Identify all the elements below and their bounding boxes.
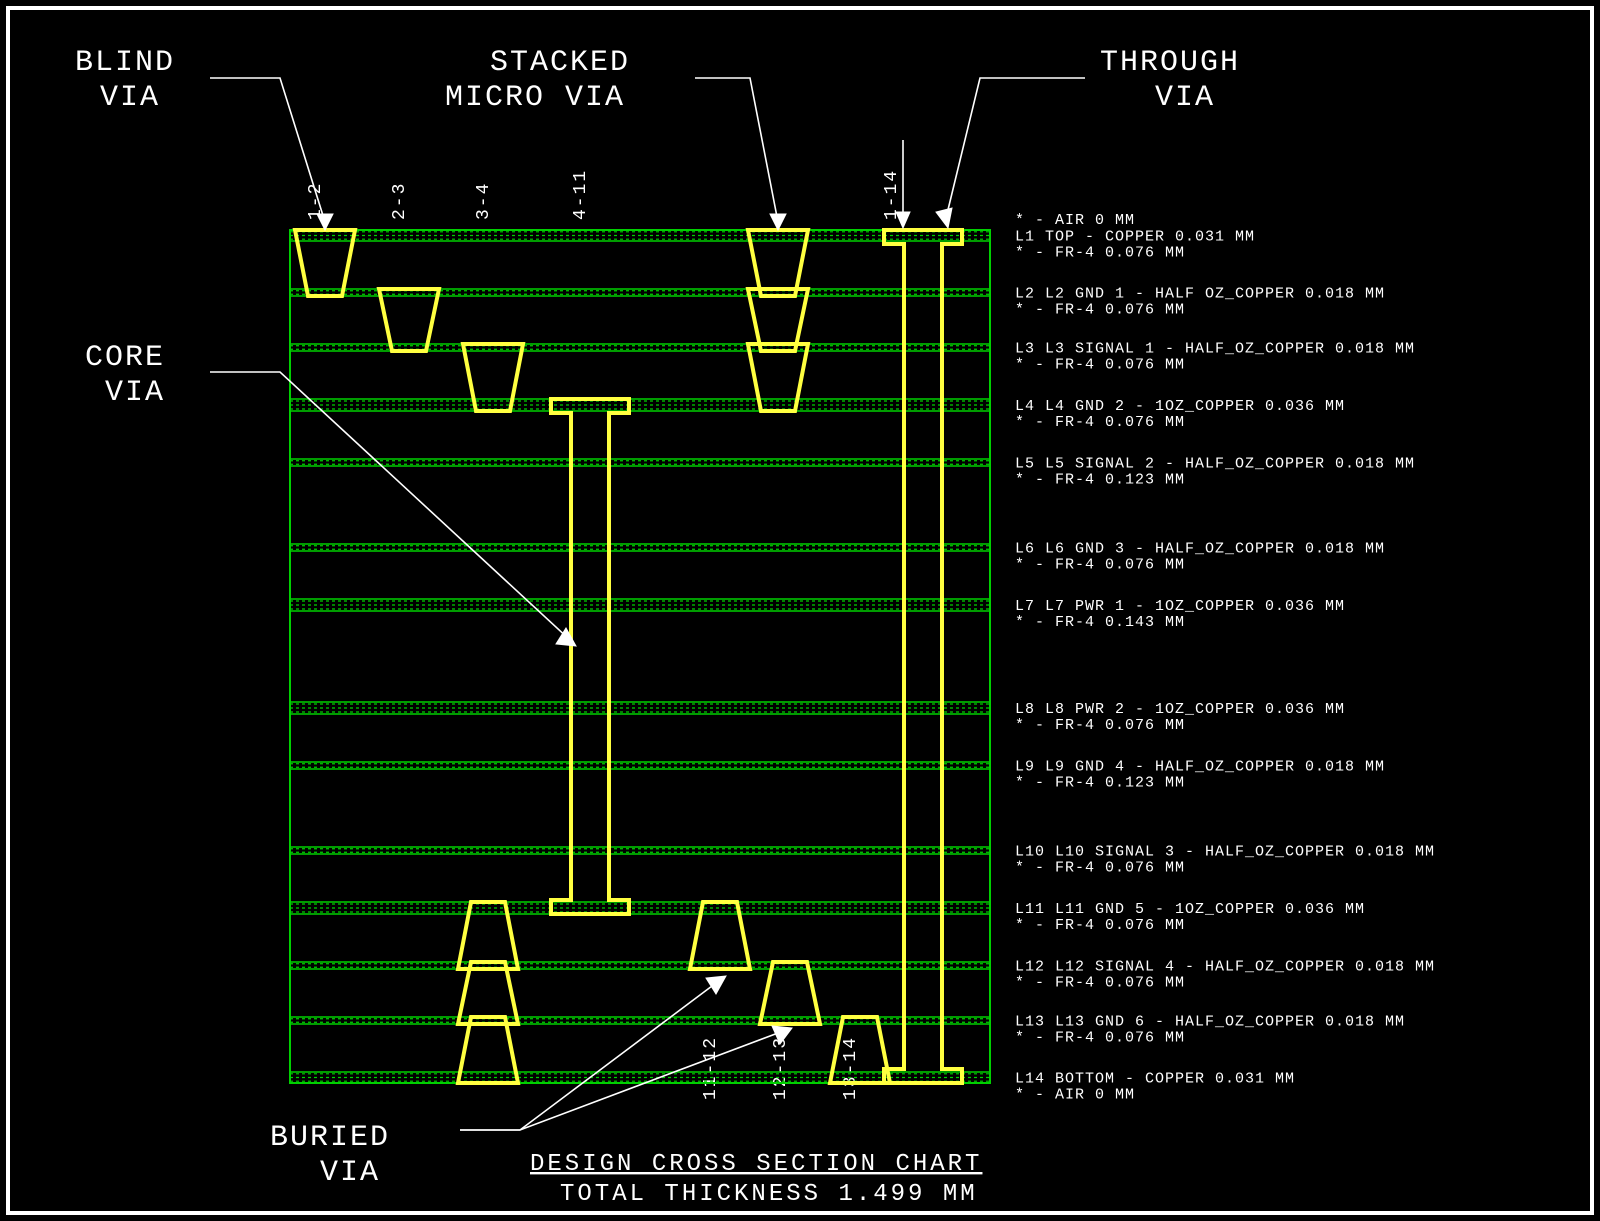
legend-layer-1-b: * - FR-4 0.076 MM [1015,245,1185,262]
stacked-micro-via-label-l1: STACKED [490,46,630,80]
legend-layer-11-b: * - FR-4 0.076 MM [1015,917,1185,934]
legend-layer-6-a: L6 L6 GND 3 - HALF_OZ_COPPER 0.018 MM [1015,541,1385,558]
legend-layer-14-a: L14 BOTTOM - COPPER 0.031 MM [1015,1071,1295,1088]
via-micro-12-13 [760,962,820,1024]
col-2-3: 2-3 [390,182,410,220]
through-via-label-l1: THROUGH [1100,46,1240,80]
legend-layer-2-a: L2 L2 GND 1 - HALF OZ_COPPER 0.018 MM [1015,286,1385,303]
copper-layer-10 [290,847,990,854]
legend-layer-13-a: L13 L13 GND 6 - HALF_OZ_COPPER 0.018 MM [1015,1014,1405,1031]
chart-title: DESIGN CROSS SECTION CHART [530,1151,982,1178]
stackup-outline [290,230,990,1083]
legend-layer-9-a: L9 L9 GND 4 - HALF_OZ_COPPER 0.018 MM [1015,759,1385,776]
legend-layer-5-b: * - FR-4 0.123 MM [1015,472,1185,489]
legend-layer-8-a: L8 L8 PWR 2 - 1OZ_COPPER 0.036 MM [1015,701,1345,718]
copper-layer-12 [290,962,990,969]
stacked-micro-via-label-l2: MICRO VIA [445,81,625,115]
legend-layer-6-b: * - FR-4 0.076 MM [1015,557,1185,574]
copper-layer-4 [290,399,990,411]
total-thickness-label: TOTAL THICKNESS 1.499 MM [560,1181,978,1208]
legend-layer-13-b: * - FR-4 0.076 MM [1015,1030,1185,1047]
buried-via-label-l2: VIA [320,1156,380,1190]
cross-section-diagram: BLIND VIA STACKED MICRO VIA THROUGH VIA … [0,0,1600,1221]
copper-layer-7 [290,599,990,611]
column-labels: 1-2 2-3 3-4 4-11 1-14 11-12 12-13 13-14 [306,169,902,1100]
legend-layer-11-a: L11 L11 GND 5 - 1OZ_COPPER 0.036 MM [1015,901,1365,918]
legend-layer-14-b: * - AIR 0 MM [1015,1087,1135,1104]
via-micro-12-13a [458,962,518,1024]
col-4-11: 4-11 [571,169,591,220]
col-13-14: 13-14 [841,1036,861,1100]
vias-group [295,230,962,1083]
legend-layer-5-a: L5 L5 SIGNAL 2 - HALF_OZ_COPPER 0.018 MM [1015,456,1415,473]
legend-layer-10-a: L10 L10 SIGNAL 3 - HALF_OZ_COPPER 0.018 … [1015,844,1435,861]
legend-layer-10-b: * - FR-4 0.076 MM [1015,860,1185,877]
legend-layer-9-b: * - FR-4 0.123 MM [1015,775,1185,792]
buried-via-label-l1: BURIED [270,1121,390,1155]
blind-via-label-l1: BLIND [75,46,175,80]
layer-legend: * - AIR 0 MML1 TOP - COPPER 0.031 MM* - … [1015,212,1435,1104]
legend-layer-2-b: * - FR-4 0.076 MM [1015,302,1185,319]
copper-layer-9 [290,762,990,769]
legend-air-top: * - AIR 0 MM [1015,212,1135,229]
col-11-12: 11-12 [701,1036,721,1100]
legend-layer-3-a: L3 L3 SIGNAL 1 - HALF_OZ_COPPER 0.018 MM [1015,341,1415,358]
copper-layer-6 [290,544,990,551]
via-blind-1-2 [295,230,355,296]
legend-layer-12-b: * - FR-4 0.076 MM [1015,975,1185,992]
blind-via-label-l2: VIA [100,81,160,115]
copper-layer-13 [290,1017,990,1024]
col-12-13: 12-13 [771,1036,791,1100]
via-stack-2-3 [748,289,808,351]
core-via-label-l1: CORE [85,341,165,375]
via-core-4-11 [551,399,629,914]
copper-layer-5 [290,459,990,466]
via-micro-13-14a [458,1017,518,1083]
via-through-1-14 [884,230,962,1083]
legend-layer-8-b: * - FR-4 0.076 MM [1015,717,1185,734]
core-via-label-l2: VIA [105,376,165,410]
through-via-label-l2: VIA [1155,81,1215,115]
legend-layer-1-a: L1 TOP - COPPER 0.031 MM [1015,229,1255,246]
copper-layer-8 [290,702,990,714]
legend-layer-7-a: L7 L7 PWR 1 - 1OZ_COPPER 0.036 MM [1015,598,1345,615]
legend-layer-4-b: * - FR-4 0.076 MM [1015,414,1185,431]
via-micro-2-3 [379,289,439,351]
copper-layer-11 [290,902,990,914]
legend-layer-7-b: * - FR-4 0.143 MM [1015,614,1185,631]
col-3-4: 3-4 [474,182,494,220]
legend-layer-3-b: * - FR-4 0.076 MM [1015,357,1185,374]
layer-stackup [290,230,990,1083]
leader-lines [210,78,1085,1130]
via-stack-1-2 [748,230,808,296]
legend-layer-12-a: L12 L12 SIGNAL 4 - HALF_OZ_COPPER 0.018 … [1015,959,1435,976]
legend-layer-4-a: L4 L4 GND 2 - 1OZ_COPPER 0.036 MM [1015,398,1345,415]
